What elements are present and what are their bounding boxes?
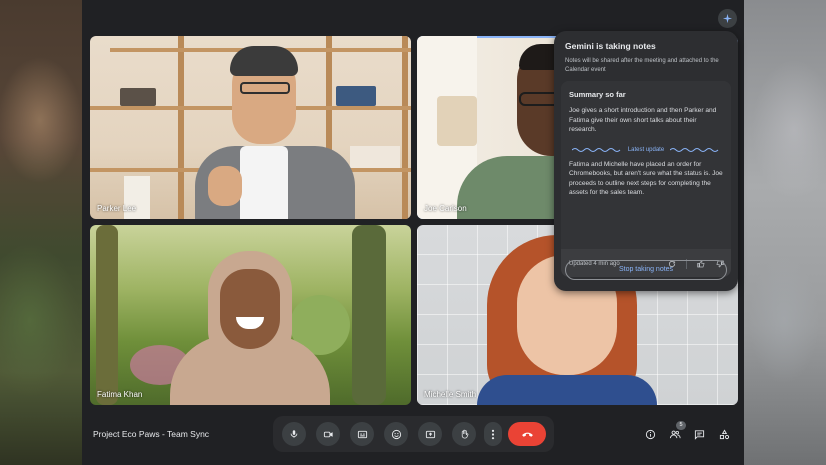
emoji-button[interactable] <box>384 422 408 446</box>
gemini-sparkle-icon <box>722 13 733 24</box>
chat-button[interactable] <box>692 427 706 441</box>
info-button[interactable] <box>643 427 657 441</box>
summary-card: Summary so far Joe gives a short introdu… <box>561 81 731 277</box>
activities-icon <box>719 428 729 439</box>
participant-tile-fatima[interactable]: Fatima Khan <box>90 225 411 405</box>
wave-line-icon <box>571 147 621 152</box>
captions-button[interactable] <box>350 422 374 446</box>
mic-button[interactable] <box>282 422 306 446</box>
participant-name: Parker Lee <box>97 204 137 213</box>
call-controls <box>273 416 554 452</box>
chat-icon <box>694 429 704 440</box>
more-options-button[interactable] <box>484 422 502 446</box>
summary-body[interactable]: Summary so far Joe gives a short introdu… <box>561 81 731 249</box>
summary-text: Joe gives a short introduction and then … <box>569 107 717 133</box>
mic-icon <box>290 430 298 438</box>
activities-button[interactable] <box>717 427 731 441</box>
people-count-badge: 5 <box>676 421 686 430</box>
end-call-button[interactable] <box>508 422 546 446</box>
participant-tile-parker[interactable]: Parker Lee <box>90 36 411 219</box>
left-background <box>0 0 82 465</box>
present-button[interactable] <box>418 422 442 446</box>
people-icon <box>669 430 681 438</box>
summary-heading: Summary so far <box>569 90 626 99</box>
participant-name: Fatima Khan <box>97 390 143 399</box>
panel-subtitle: Notes will be shared after the meeting a… <box>565 58 719 73</box>
camera-icon <box>323 431 333 437</box>
info-icon <box>645 429 655 439</box>
camera-button[interactable] <box>316 422 340 446</box>
latest-update-divider: Latest update <box>569 147 723 153</box>
emoji-icon <box>391 429 401 439</box>
stop-taking-notes-button[interactable]: Stop taking notes <box>565 260 727 280</box>
raise-hand-icon <box>461 429 468 438</box>
raise-hand-button[interactable] <box>452 422 476 446</box>
present-icon <box>425 430 435 438</box>
gemini-button[interactable] <box>718 9 737 28</box>
meeting-title: Project Eco Paws - Team Sync <box>93 429 210 439</box>
participant-name: Joe Carlson <box>424 204 467 213</box>
latest-update-text: Fatima and Michelle have placed an order… <box>569 160 723 197</box>
captions-icon <box>357 430 367 438</box>
right-background <box>744 0 826 465</box>
end-call-icon <box>521 432 533 437</box>
gemini-notes-panel: Gemini is taking notes Notes will be sha… <box>554 31 738 291</box>
latest-update-label: Latest update <box>627 146 665 153</box>
panel-title: Gemini is taking notes <box>565 41 656 51</box>
wave-line-icon <box>670 147 719 152</box>
participant-name: Michelle Smith <box>424 390 477 399</box>
more-options-icon <box>491 429 495 439</box>
